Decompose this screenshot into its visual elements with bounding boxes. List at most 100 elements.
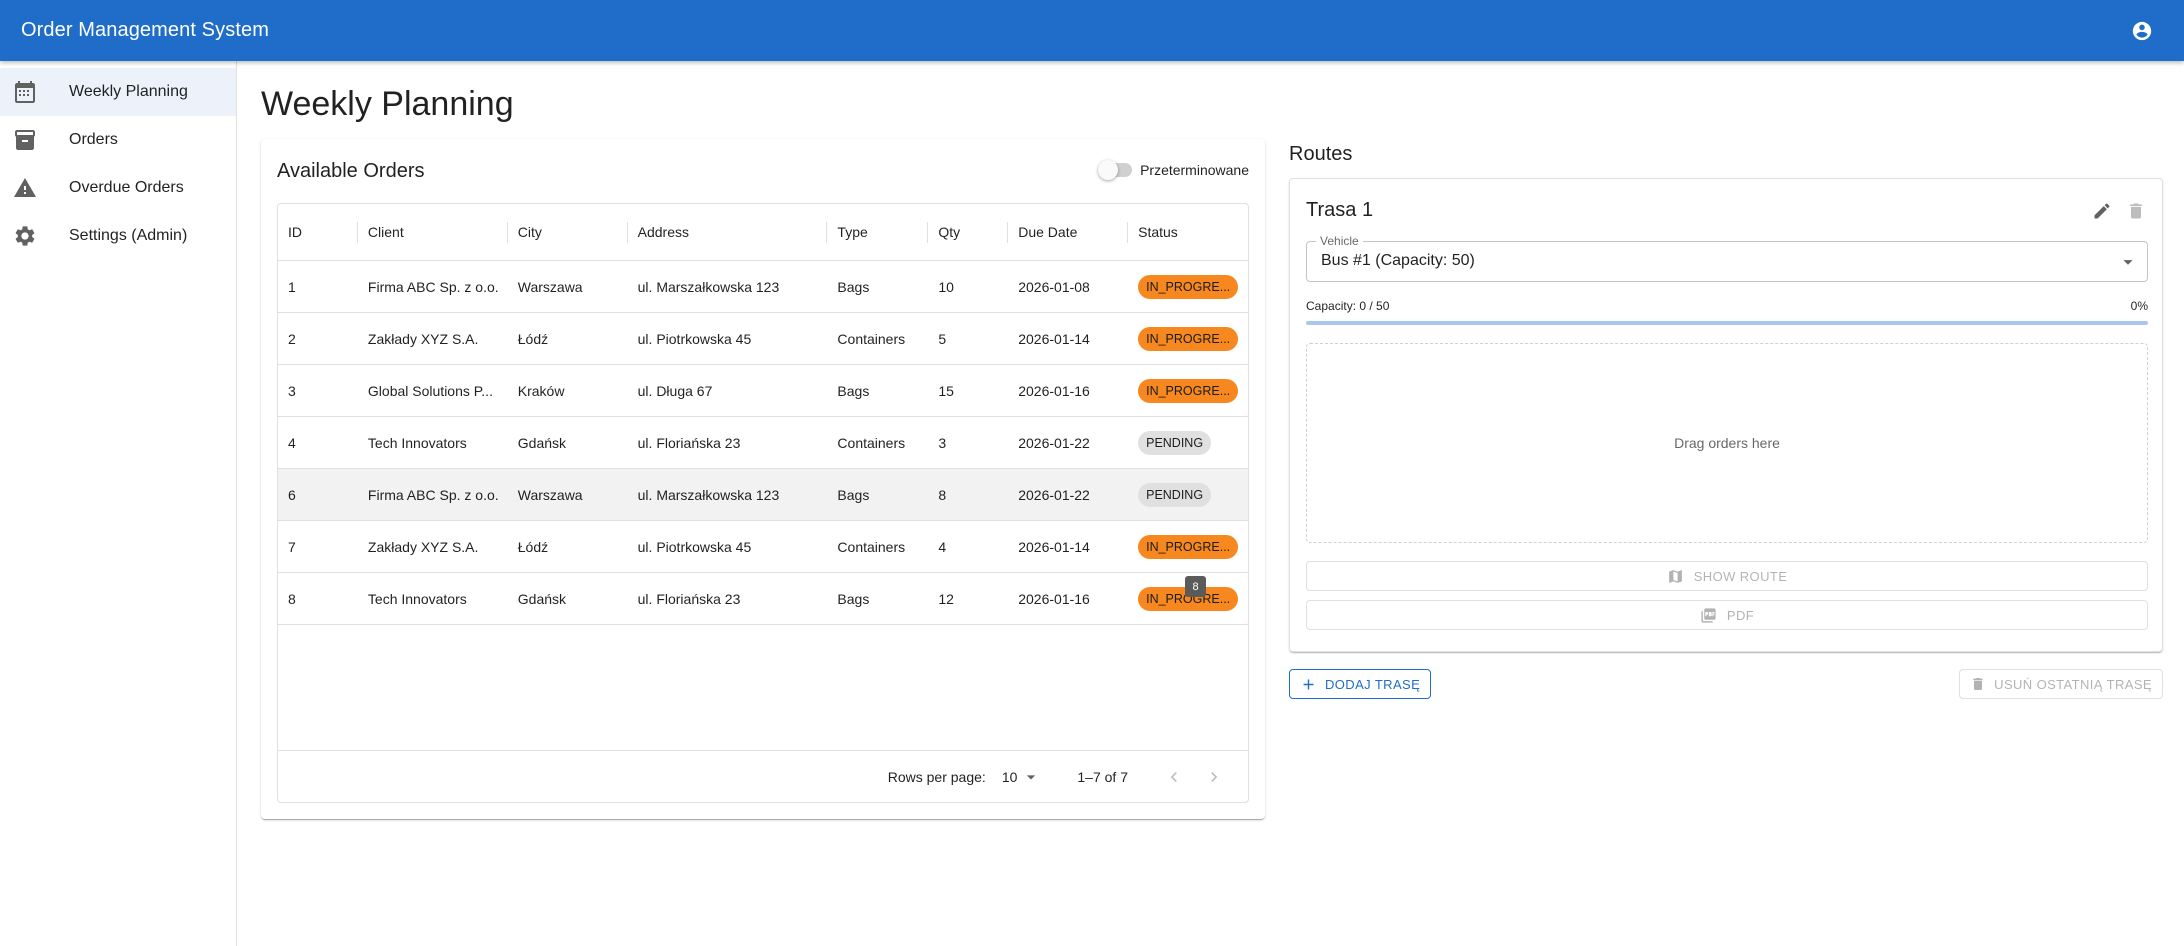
cell-client: Firma ABC Sp. z o.o. (367, 278, 499, 295)
table-row[interactable]: 3 Global Solutions P... Kraków ul. Długa… (278, 365, 1248, 417)
route-name: Trasa 1 (1306, 199, 1374, 221)
pdf-button[interactable]: PDF (1306, 600, 2148, 630)
cell-client: Global Solutions P... (367, 382, 493, 399)
sidebar: Weekly Planning Orders Overdue Orders Se… (0, 61, 237, 946)
toggle-switch[interactable] (1098, 160, 1133, 180)
cell-status: IN_PROGRE... (1128, 365, 1248, 416)
table-header: ID Client City Address Type Qty Due Date… (278, 204, 1248, 261)
cell-address: ul. Floriańska 23 (637, 434, 741, 451)
cell-qty: 10 (938, 278, 954, 295)
map-icon (1668, 569, 1682, 583)
column-header-due-date[interactable]: Due Date (1008, 204, 1128, 260)
available-orders-card: Available Orders Przeterminowane ID Clie… (261, 139, 1265, 819)
column-header-type[interactable]: Type (827, 204, 929, 260)
capacity-row: Capacity: 0 / 50 0% (1306, 299, 2148, 313)
sidebar-item-label: Overdue Orders (69, 179, 184, 196)
archive-icon (0, 128, 69, 152)
chevron-down-icon (1027, 774, 1036, 779)
cell-city: Warszawa (517, 486, 583, 503)
cell-status: PENDING (1128, 417, 1248, 468)
cell-qty: 12 (938, 590, 954, 607)
sidebar-item-label: Settings (Admin) (69, 227, 188, 244)
calendar-icon (0, 80, 69, 104)
column-header-qty[interactable]: Qty (928, 204, 1009, 260)
status-badge: IN_PROGRE... (1138, 274, 1239, 299)
cell-type: Containers (837, 434, 906, 451)
sidebar-item-label: Orders (69, 131, 118, 148)
remove-last-route-button[interactable]: USUŃ OSTATNIĄ TRASĘ (1959, 669, 2163, 699)
remove-route-label: USUŃ OSTATNIĄ TRASĘ (1994, 676, 2152, 692)
overdue-toggle[interactable]: Przeterminowane (1098, 160, 1249, 180)
cell-id: 2 (288, 330, 296, 347)
delete-route-button[interactable] (2124, 199, 2148, 223)
rows-per-page-select[interactable]: 10 (1002, 767, 1042, 787)
cell-type: Containers (837, 538, 906, 555)
cell-id: 7 (288, 538, 296, 555)
column-header-client[interactable]: Client (358, 204, 508, 260)
show-route-button[interactable]: SHOW ROUTE (1306, 561, 2148, 591)
page-title: Weekly Planning (261, 85, 514, 123)
cell-client: Zakłady XYZ S.A. (367, 538, 479, 555)
cell-address: ul. Długa 67 (637, 382, 713, 399)
cell-qty: 5 (938, 330, 947, 347)
cell-due-date: 2026-01-08 (1018, 278, 1090, 295)
capacity-percent: 0% (2130, 299, 2148, 313)
cell-client: Tech Innovators (367, 590, 467, 607)
cell-type: Bags (837, 486, 870, 503)
sidebar-item-label: Weekly Planning (69, 83, 188, 100)
status-badge: PENDING (1138, 482, 1212, 507)
next-page-button[interactable] (1194, 757, 1234, 797)
table-row[interactable]: 6 Firma ABC Sp. z o.o. Warszawa ul. Mars… (278, 469, 1248, 521)
table-row[interactable]: 1 Firma ABC Sp. z o.o. Warszawa ul. Mars… (278, 261, 1248, 313)
cell-city: Łódź (517, 538, 549, 555)
edit-route-button[interactable] (2090, 199, 2114, 223)
capacity-progress-bar (1306, 321, 2148, 325)
table-row[interactable]: 7 Zakłady XYZ S.A. Łódź ul. Piotrkowska … (278, 521, 1248, 573)
add-route-label: DODAJ TRASĘ (1325, 676, 1421, 692)
table-row[interactable]: 8 Tech Innovators Gdańsk ul. Floriańska … (278, 573, 1248, 625)
pdf-label: PDF (1726, 607, 1755, 623)
cell-address: ul. Marszałkowska 123 (637, 486, 780, 503)
rows-per-page-value: 10 (1001, 768, 1018, 785)
table-row[interactable]: 4 Tech Innovators Gdańsk ul. Floriańska … (278, 417, 1248, 469)
status-badge: IN_PROGRE... (1138, 326, 1239, 351)
rows-per-page-label: Rows per page: (887, 768, 986, 785)
cell-due-date: 2026-01-16 (1018, 590, 1090, 607)
table-body: 1 Firma ABC Sp. z o.o. Warszawa ul. Mars… (278, 261, 1248, 625)
cell-type: Bags (837, 278, 870, 295)
sidebar-item-settings[interactable]: Settings (Admin) (0, 212, 236, 260)
account-circle-icon[interactable] (2130, 19, 2154, 43)
add-route-button[interactable]: DODAJ TRASĘ (1289, 669, 1432, 699)
chevron-right-icon (1211, 771, 1218, 782)
vehicle-value: Bus #1 (Capacity: 50) (1321, 252, 1475, 269)
cell-city: Kraków (517, 382, 565, 399)
cell-client: Firma ABC Sp. z o.o. (367, 486, 499, 503)
cell-id: 1 (288, 278, 296, 295)
toggle-label: Przeterminowane (1140, 162, 1249, 178)
drag-tooltip: 8 (1185, 576, 1206, 597)
orders-table: ID Client City Address Type Qty Due Date… (277, 203, 1249, 803)
column-header-status[interactable]: Status (1128, 204, 1248, 260)
trash-icon (2130, 203, 2142, 219)
column-header-id[interactable]: ID (278, 204, 358, 260)
orders-dropzone[interactable]: Drag orders here (1306, 343, 2148, 543)
vehicle-select[interactable]: Vehicle Bus #1 (Capacity: 50) (1306, 234, 2148, 282)
cell-id: 8 (288, 590, 296, 607)
cell-due-date: 2026-01-14 (1018, 330, 1090, 347)
previous-page-button[interactable] (1154, 757, 1194, 797)
orders-card-title: Available Orders (277, 160, 425, 182)
column-header-city[interactable]: City (508, 204, 628, 260)
cell-due-date: 2026-01-22 (1018, 486, 1090, 503)
cell-address: ul. Floriańska 23 (637, 590, 741, 607)
cell-due-date: 2026-01-14 (1018, 538, 1090, 555)
cell-city: Gdańsk (517, 590, 567, 607)
table-row[interactable]: 2 Zakłady XYZ S.A. Łódź ul. Piotrkowska … (278, 313, 1248, 365)
column-header-address[interactable]: Address (628, 204, 828, 260)
sidebar-item-orders[interactable]: Orders (0, 116, 236, 164)
cell-type: Bags (837, 382, 870, 399)
cell-due-date: 2026-01-16 (1018, 382, 1090, 399)
sidebar-item-weekly-planning[interactable]: Weekly Planning (0, 68, 236, 116)
pdf-icon (1701, 607, 1716, 623)
show-route-label: SHOW ROUTE (1693, 568, 1788, 584)
sidebar-item-overdue-orders[interactable]: Overdue Orders (0, 164, 236, 212)
